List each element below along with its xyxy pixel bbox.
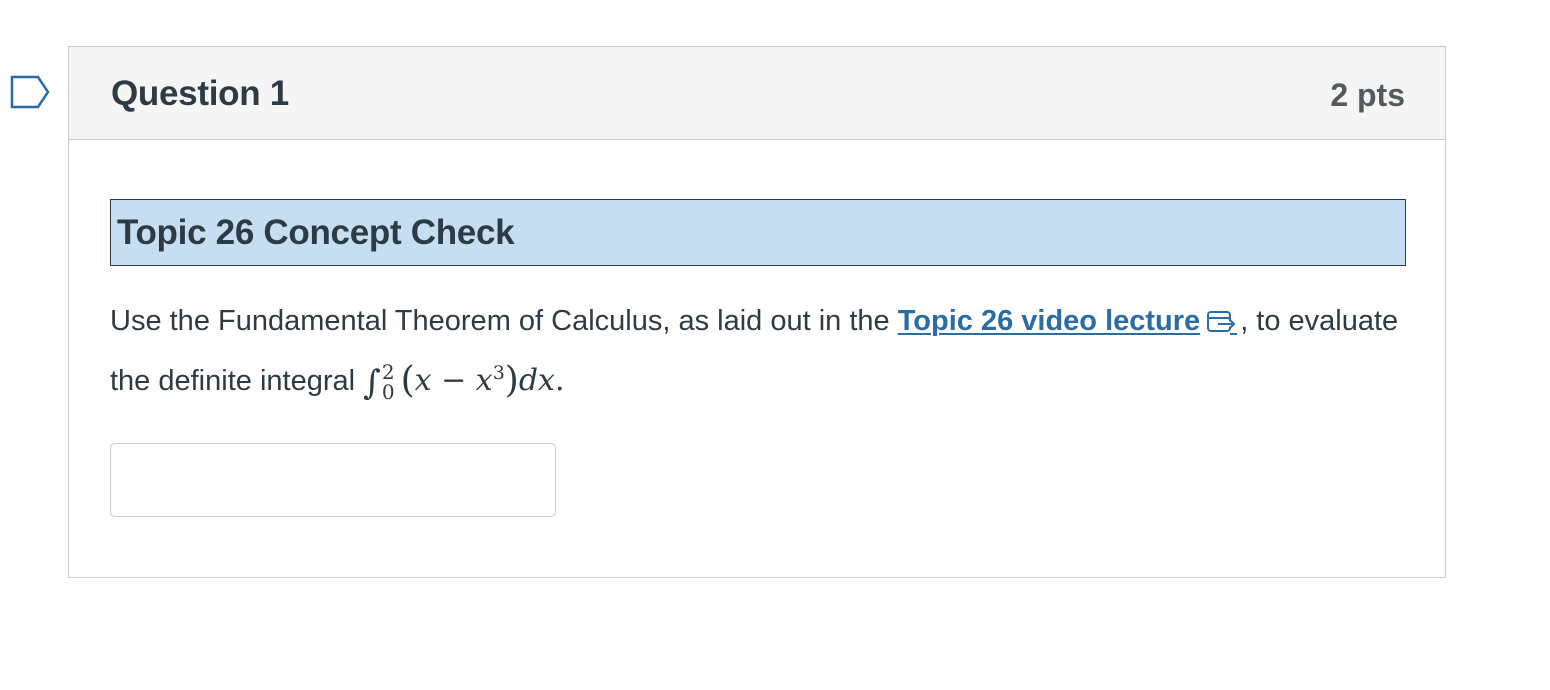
integral-symbol: ∫ xyxy=(363,363,381,403)
integral-upper-limit: 2 xyxy=(381,360,395,384)
answer-input[interactable] xyxy=(110,443,556,517)
question-title: Question 1 xyxy=(111,74,289,113)
open-paren: ( xyxy=(400,360,415,401)
question-text-before-link: Use the Fundamental Theorem of Calculus,… xyxy=(110,305,898,337)
question-text: Use the Fundamental Theorem of Calculus,… xyxy=(110,295,1410,407)
question-header: Question 1 2 pts xyxy=(69,47,1445,140)
topic-banner: Topic 26 Concept Check xyxy=(110,199,1406,266)
topic-heading: Topic 26 Concept Check xyxy=(117,213,515,252)
close-paren: ) xyxy=(504,360,519,401)
variable-x-cubed: x xyxy=(475,363,493,398)
integral-lower-limit: 0 xyxy=(381,380,395,404)
exponent: 3 xyxy=(492,362,505,384)
integral-expression: ∫ 2 0 (x − x3)dx. xyxy=(363,360,565,403)
variable-x: x xyxy=(414,363,432,398)
differential: dx xyxy=(518,363,555,398)
external-link-icon[interactable] xyxy=(1206,309,1240,336)
question-card: Question 1 2 pts Topic 26 Concept Check … xyxy=(68,46,1446,578)
question-points: 2 pts xyxy=(1330,77,1405,113)
integral-limits: 20 xyxy=(382,362,395,402)
period: . xyxy=(554,363,565,398)
topic-video-lecture-link[interactable]: Topic 26 video lecture xyxy=(898,305,1200,337)
minus-sign: − xyxy=(431,363,476,398)
flag-question-icon[interactable] xyxy=(10,75,50,109)
